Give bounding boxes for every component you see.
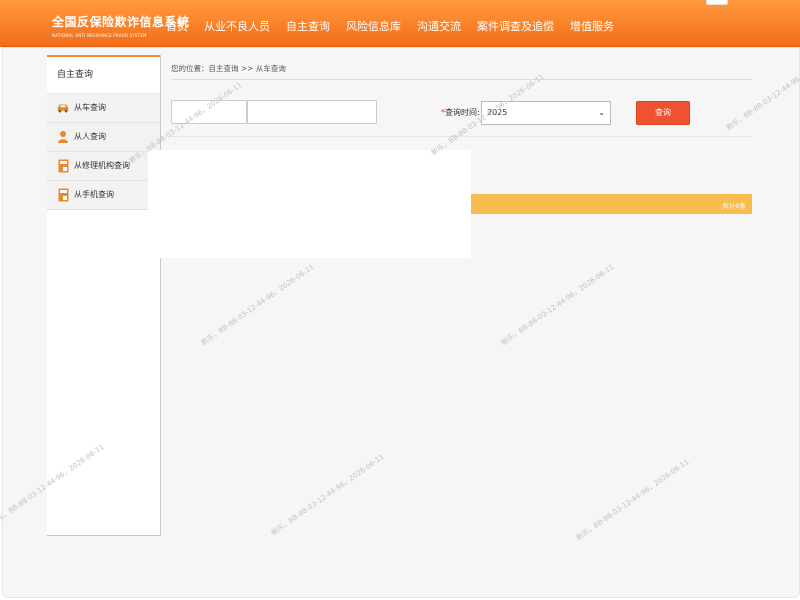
- divider: [171, 136, 752, 137]
- plate-number-input[interactable]: [247, 100, 377, 124]
- redaction-box: [148, 150, 471, 258]
- document-icon: [56, 188, 70, 202]
- nav-self-query[interactable]: 自主查询: [278, 0, 338, 46]
- nav-home[interactable]: 首页: [158, 0, 196, 46]
- sidebar-item-car[interactable]: 从车查询: [47, 94, 160, 123]
- chevron-down-icon: ⌄: [598, 108, 605, 117]
- nav-communication[interactable]: 沟通交流: [409, 0, 469, 46]
- top-right-button[interactable]: [706, 0, 728, 5]
- top-header: 全国反保险欺诈信息系统 NATIONAL ANTI INSURANCE FRAU…: [0, 0, 800, 47]
- person-icon: [56, 130, 70, 144]
- sidebar-item-label: 从车查询: [74, 103, 106, 112]
- main-nav: 首页 从业不良人员 自主查询 风险信息库 沟通交流 案件调查及追偿 增值服务: [158, 0, 622, 46]
- nav-risk-database[interactable]: 风险信息库: [338, 0, 409, 46]
- sidebar-title: 自主查询: [47, 55, 160, 94]
- query-time-label: *查询时间:: [441, 108, 480, 117]
- nav-bad-practitioners[interactable]: 从业不良人员: [196, 0, 278, 46]
- sidebar-item-person[interactable]: 从人查询: [47, 123, 160, 152]
- result-count: 共计0条: [722, 202, 746, 210]
- plate-prefix-input[interactable]: [171, 100, 247, 124]
- sidebar-item-label: 从手机查询: [74, 190, 114, 199]
- year-select-value: 2025: [487, 108, 508, 117]
- sidebar-item-repair-shop[interactable]: 从修理机构查询: [47, 152, 160, 181]
- breadcrumb: 您的位置：自主查询 >> 从车查询: [171, 64, 286, 73]
- document-icon: [56, 159, 70, 173]
- nav-value-added[interactable]: 增值服务: [562, 0, 622, 46]
- sidebar-item-phone[interactable]: 从手机查询: [47, 181, 160, 210]
- nav-case-investigation[interactable]: 案件调查及追偿: [469, 0, 562, 46]
- year-select[interactable]: 2025 ⌄: [481, 101, 611, 125]
- query-button[interactable]: 查询: [636, 101, 690, 125]
- sidebar-item-label: 从修理机构查询: [74, 161, 130, 170]
- sidebar: 自主查询 从车查询 从人查询 从修理机构查询 从手机查询: [47, 55, 161, 536]
- sidebar-item-label: 从人查询: [74, 132, 106, 141]
- divider: [171, 79, 752, 80]
- car-icon: [56, 101, 70, 115]
